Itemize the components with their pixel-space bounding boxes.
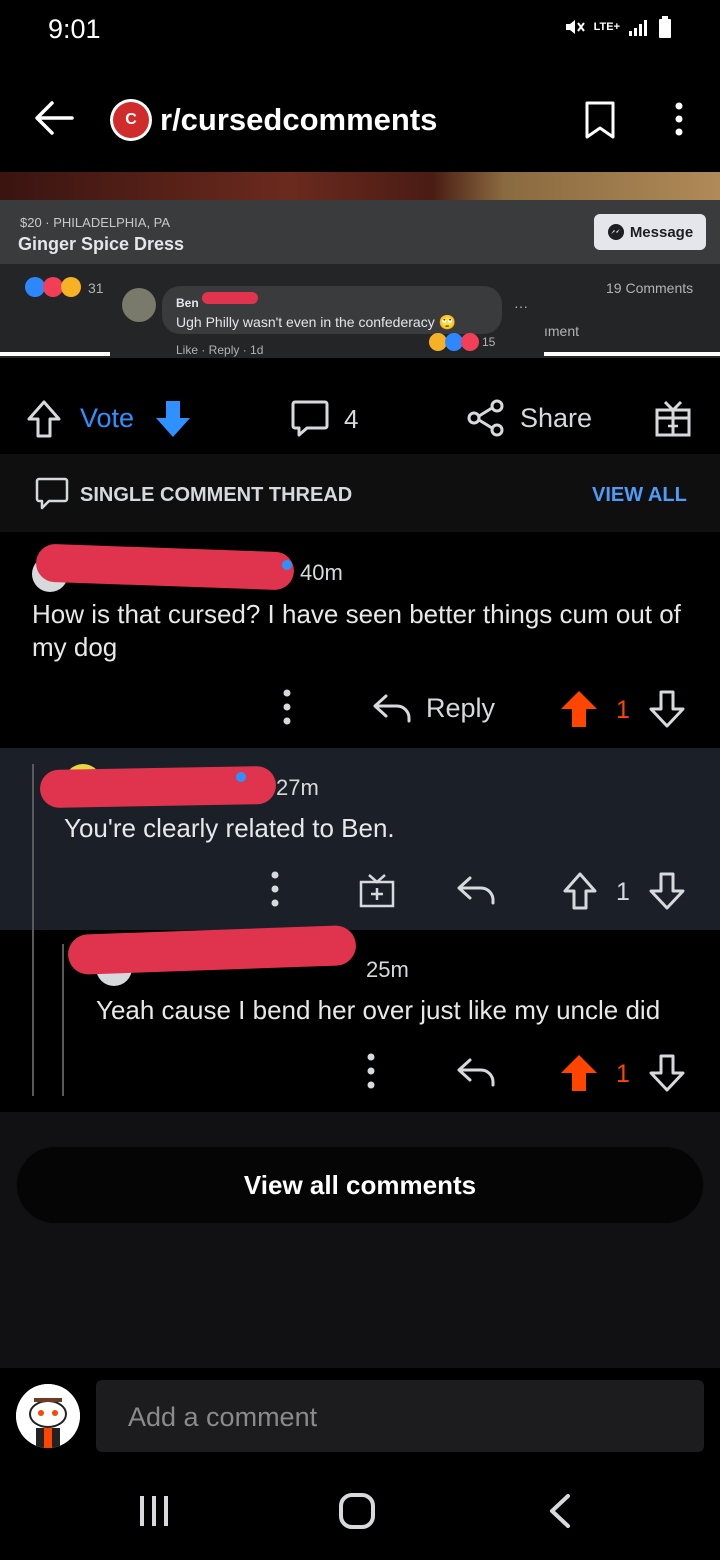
award-icon[interactable] (358, 872, 396, 908)
view-all-comments-button[interactable]: View all comments (16, 1146, 704, 1224)
listing-price-location: $20 · PHILADELPHIA, PA (20, 215, 171, 230)
redaction-mark (35, 543, 295, 591)
signal-icon (628, 18, 650, 36)
add-comment-placeholder[interactable]: Add a comment (128, 1402, 317, 1433)
divider-line (0, 352, 110, 356)
network-label: LTE+ (593, 21, 620, 33)
reaction-count: 31 (88, 280, 104, 296)
reply-icon[interactable] (372, 692, 412, 724)
comment-score: 1 (616, 696, 630, 724)
subreddit-logo-mark: C (113, 102, 149, 138)
reaction-icons (24, 276, 84, 298)
message-button: Message (594, 214, 706, 250)
comment-icon[interactable] (290, 398, 330, 438)
listing-photo-strip (0, 172, 720, 200)
subreddit-logo[interactable]: C (110, 99, 152, 141)
nav-back-icon[interactable] (548, 1494, 572, 1528)
downvote-icon[interactable] (648, 690, 686, 728)
user-avatar[interactable] (16, 1384, 80, 1448)
user-status-dot (282, 560, 292, 570)
bookmark-icon[interactable] (584, 100, 616, 140)
message-button-label: Message (629, 223, 694, 241)
comment-more-icon[interactable] (366, 1052, 376, 1090)
comment-text: You're clearly related to Ben. (64, 813, 395, 843)
share-label[interactable]: Share (520, 403, 592, 434)
redaction-mark (67, 924, 357, 976)
upvote-icon[interactable] (26, 400, 62, 438)
reply-label[interactable]: Reply (426, 693, 495, 724)
award-icon[interactable] (654, 398, 692, 438)
partial-text: ıment (544, 323, 580, 339)
recent-apps-icon[interactable] (138, 1494, 174, 1528)
thread-line (32, 764, 34, 1096)
downvote-icon[interactable] (648, 872, 686, 910)
reply-icon[interactable] (456, 1056, 496, 1088)
commenter-avatar (122, 288, 156, 322)
upvote-active-icon[interactable] (560, 690, 598, 728)
comment-time: 40m (300, 560, 343, 585)
user-status-dot (236, 772, 246, 782)
single-thread-label: SINGLE COMMENT THREAD (80, 484, 353, 506)
thread-line (62, 944, 64, 1096)
comment-text: Yeah cause I bend her over just like my … (96, 995, 661, 1025)
status-time: 9:01 (48, 14, 101, 44)
comment-actions: Like · Reply · 1d (176, 343, 264, 357)
more-options-icon[interactable] (672, 100, 686, 140)
post-image[interactable]: $20 · PHILADELPHIA, PA Ginger Spice Dres… (0, 172, 720, 358)
share-icon[interactable] (466, 398, 506, 438)
home-icon[interactable] (338, 1492, 376, 1530)
divider-line (544, 352, 720, 356)
upvote-icon[interactable] (562, 872, 598, 910)
downvote-icon[interactable] (154, 399, 192, 439)
comment-time: 25m (366, 957, 409, 982)
mute-icon (564, 17, 586, 37)
upvote-active-icon[interactable] (560, 1054, 598, 1092)
comment-more-icon[interactable] (270, 870, 280, 908)
reply-icon[interactable] (456, 874, 496, 906)
commenter-text: Ugh Philly wasn't even in the confederac… (176, 314, 457, 330)
listing-title: Ginger Spice Dress (18, 234, 185, 254)
comment-reaction-count: 15 (482, 335, 496, 349)
comment-more-dots: ··· (514, 298, 528, 314)
comment-score: 1 (616, 878, 630, 906)
view-all-link[interactable]: VIEW ALL (592, 484, 687, 507)
comment-count: 4 (344, 404, 359, 434)
thread-comment-icon (34, 476, 70, 512)
battery-icon (658, 16, 672, 38)
comment-more-icon[interactable] (282, 688, 292, 726)
comment-text: How is that cursed? I have seen better t… (32, 599, 681, 662)
messenger-icon (607, 223, 625, 241)
comment-reaction-icons (428, 332, 480, 352)
back-arrow-icon[interactable] (32, 98, 76, 138)
comment-time: 27m (276, 775, 319, 800)
subreddit-title[interactable]: r/cursedcomments (160, 102, 437, 138)
redaction-mark (202, 292, 258, 304)
downvote-icon[interactable] (648, 1054, 686, 1092)
status-icons: LTE+ (564, 16, 672, 38)
listing-comments-count: 19 Comments (606, 280, 694, 296)
commenter-name: Ben (176, 296, 199, 310)
vote-label: Vote (80, 403, 135, 433)
comment-score: 1 (616, 1060, 630, 1088)
